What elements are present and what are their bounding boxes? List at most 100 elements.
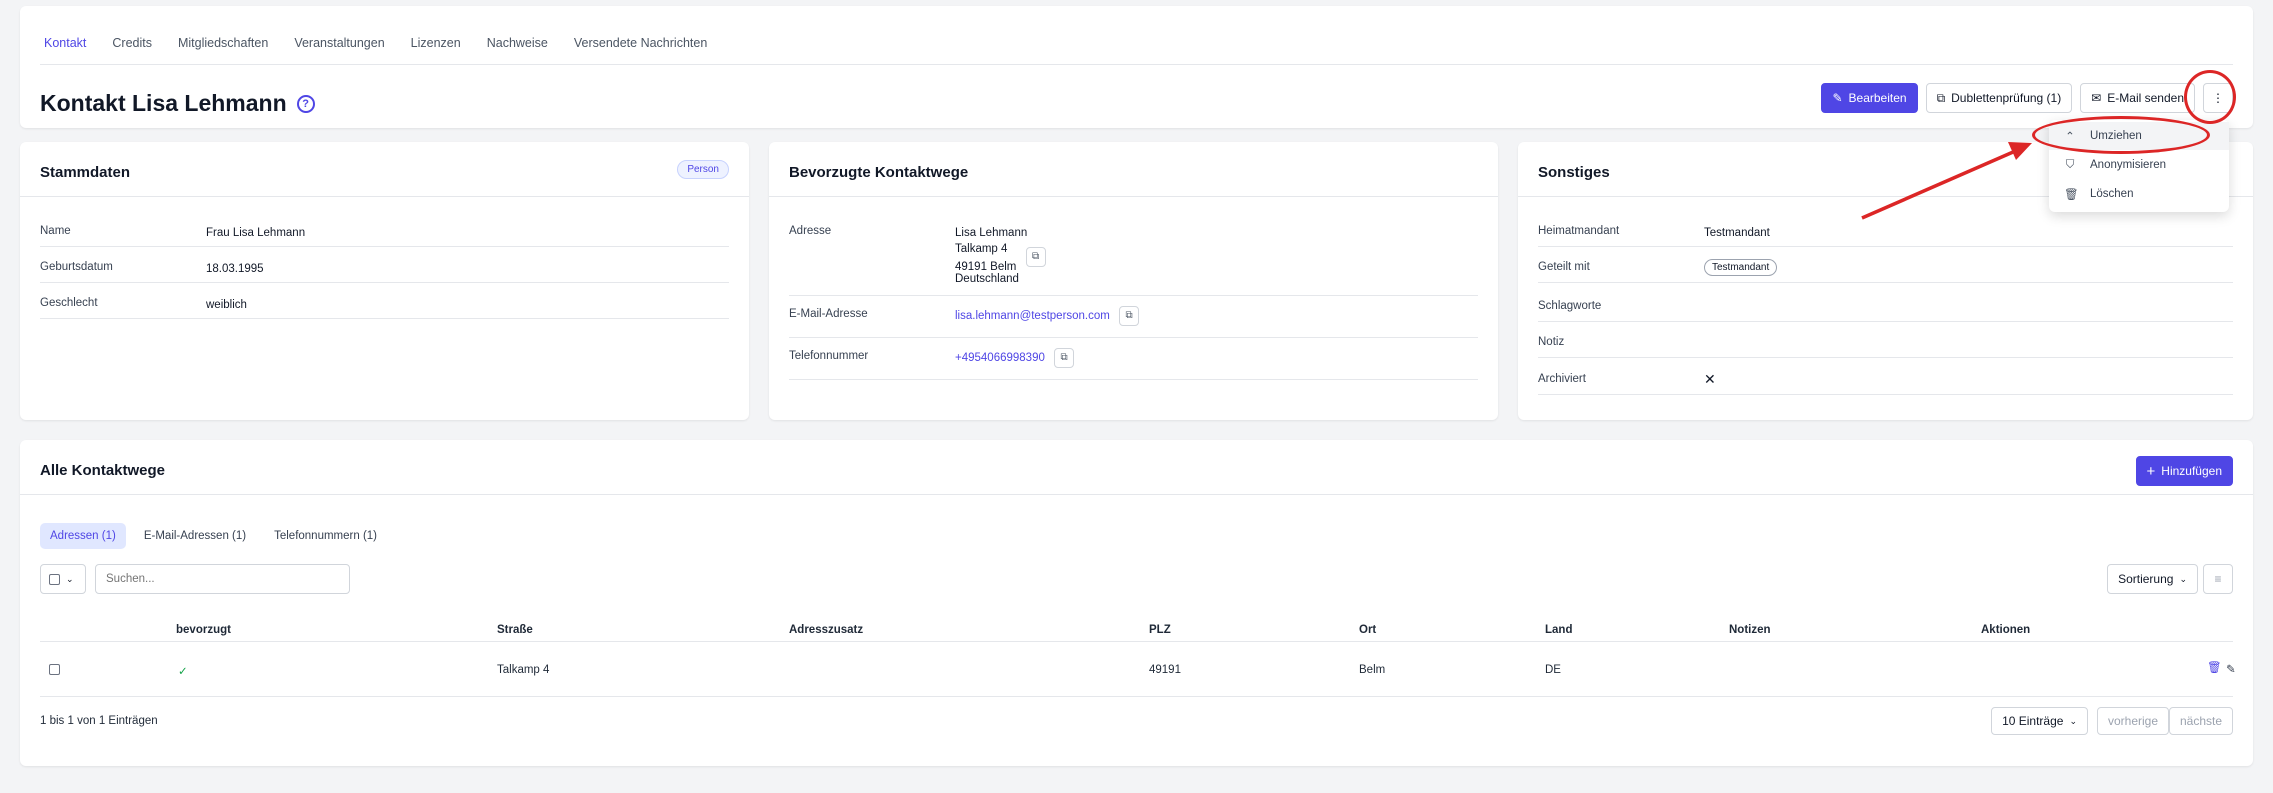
- email-link[interactable]: lisa.lehmann@testperson.com: [955, 310, 1110, 322]
- add-button[interactable]: + Hinzufügen: [2135, 456, 2233, 486]
- field-value: Frau Lisa Lehmann: [206, 227, 306, 239]
- tab-lizenzen[interactable]: Lizenzen: [411, 36, 461, 50]
- sort-direction-icon: ≡: [2214, 572, 2222, 586]
- select-all-checkbox[interactable]: [49, 573, 60, 585]
- address-line-name: Lisa Lehmann: [955, 227, 1028, 239]
- field-value: 18.03.1995: [206, 263, 264, 275]
- menu-item-label: Löschen: [2090, 188, 2134, 200]
- sort-dropdown[interactable]: Sortierung ⌄: [2107, 564, 2198, 594]
- tab-veranstaltungen[interactable]: Veranstaltungen: [294, 36, 384, 50]
- archived-row: Archiviert ✕: [1538, 371, 2233, 395]
- page-size-label: 10 Einträge: [2002, 714, 2064, 728]
- row-checkbox[interactable]: [49, 664, 60, 675]
- column-header: Aktionen: [1981, 624, 2031, 636]
- sort-direction-button[interactable]: ≡: [2203, 564, 2233, 594]
- tab-email-addresses[interactable]: E-Mail-Adressen (1): [134, 523, 256, 549]
- copy-phone-button[interactable]: ⧉: [1054, 348, 1075, 368]
- tab-mitgliedschaften[interactable]: Mitgliedschaften: [178, 36, 268, 50]
- menu-item-delete[interactable]: 🗑 Löschen: [2049, 180, 2229, 208]
- chevron-down-icon: ⌄: [2069, 715, 2077, 726]
- annotation-circle-more-button: [2184, 70, 2236, 124]
- field-value: weiblich: [206, 299, 247, 311]
- address-row: Adresse Lisa Lehmann Talkamp 4 49191 Bel…: [789, 225, 1478, 296]
- duplicates-icon: ⧉: [1936, 90, 1946, 105]
- header-actions: ✎ Bearbeiten ⧉ Dublettenprüfung (1) ✉ E-…: [1821, 83, 2233, 113]
- email-row: E-Mail-Adresse lisa.lehmann@testperson.c…: [789, 306, 1478, 338]
- page-size-dropdown[interactable]: 10 Einträge ⌄: [1991, 707, 2088, 735]
- column-header[interactable]: bevorzugt: [176, 624, 231, 636]
- page-title: Kontakt Lisa Lehmann ?: [40, 90, 315, 117]
- annotation-ellipse-move-item: [2032, 116, 2210, 154]
- check-icon: ✓: [178, 666, 188, 678]
- address-label: Adresse: [789, 225, 832, 237]
- plus-icon: +: [2146, 462, 2156, 480]
- table-row: ✓ Talkamp 4 49191 Belm DE 🗑 ✎: [40, 643, 2236, 697]
- pagination-summary: 1 bis 1 von 1 Einträgen: [40, 715, 158, 727]
- previous-page-button[interactable]: vorherige: [2096, 707, 2169, 735]
- all-contacts-panel: Alle Kontaktwege + Hinzufügen Adressen (…: [20, 440, 2253, 766]
- x-icon: ✕: [1704, 371, 1716, 387]
- column-header[interactable]: Adresszusatz: [789, 624, 863, 636]
- card-divider: [769, 196, 1498, 197]
- tab-kontakt[interactable]: Kontakt: [44, 36, 86, 50]
- chevron-down-icon: ⌄: [2179, 573, 2187, 584]
- copy-icon: ⧉: [1060, 352, 1068, 363]
- menu-item-anonymize[interactable]: ⛉ Anonymisieren: [2049, 151, 2229, 179]
- duplicates-button[interactable]: ⧉ Dublettenprüfung (1): [1925, 83, 2073, 113]
- page-title-text: Kontakt Lisa Lehmann: [40, 90, 287, 116]
- edit-button-label: Bearbeiten: [1848, 91, 1907, 105]
- preferred-contacts-title: Bevorzugte Kontaktwege: [789, 164, 969, 181]
- tab-nachweise[interactable]: Nachweise: [487, 36, 548, 50]
- note-row: Notiz: [1538, 336, 2233, 358]
- column-header[interactable]: PLZ: [1149, 624, 1171, 636]
- city-cell: Belm: [1359, 664, 1386, 676]
- note-label: Notiz: [1538, 336, 1565, 348]
- all-contacts-title: Alle Kontaktwege: [40, 462, 166, 479]
- column-header[interactable]: Ort: [1359, 624, 1376, 636]
- help-icon[interactable]: ?: [296, 94, 315, 113]
- copy-address-button[interactable]: ⧉: [1025, 247, 1046, 267]
- pencil-icon[interactable]: ✎: [2226, 662, 2236, 676]
- pencil-icon: ✎: [1832, 91, 1843, 105]
- tab-phone-numbers[interactable]: Telefonnummern (1): [264, 523, 387, 549]
- copy-icon: ⧉: [1032, 251, 1040, 262]
- sort-label: Sortierung: [2118, 572, 2174, 586]
- email-label: E-Mail-Adresse: [789, 308, 868, 320]
- shared-with-tag: Testmandant: [1704, 259, 1778, 276]
- select-all-dropdown[interactable]: ⌄: [40, 564, 86, 594]
- column-header[interactable]: Straße: [497, 624, 533, 636]
- copy-icon: ⧉: [1125, 310, 1133, 321]
- field-label: Geschlecht: [40, 297, 98, 309]
- column-header[interactable]: Notizen: [1729, 624, 1771, 636]
- stammdaten-card: Stammdaten Person Name Frau Lisa Lehmann…: [20, 142, 749, 420]
- home-tenant-label: Heimatmandant: [1538, 225, 1620, 237]
- column-header[interactable]: Land: [1545, 624, 1572, 636]
- search-input[interactable]: [95, 564, 350, 594]
- chevron-down-icon: ⌄: [66, 573, 74, 584]
- field-row-birthdate: Geburtsdatum 18.03.1995: [40, 261, 729, 283]
- card-divider: [20, 494, 2253, 495]
- street-cell: Talkamp 4: [497, 664, 550, 676]
- duplicates-button-label: Dublettenprüfung (1): [1951, 91, 2062, 105]
- menu-item-label: Anonymisieren: [2090, 159, 2167, 171]
- tab-addresses[interactable]: Adressen (1): [40, 523, 126, 549]
- tab-bar: Kontakt Credits Mitgliedschaften Veranst…: [44, 36, 707, 50]
- keywords-row: Schlagworte: [1538, 300, 2233, 322]
- stammdaten-title: Stammdaten: [40, 164, 131, 181]
- next-page-button[interactable]: nächste: [2168, 707, 2233, 735]
- send-email-button[interactable]: ✉ E-Mail senden: [2080, 83, 2195, 113]
- edit-button[interactable]: ✎ Bearbeiten: [1821, 83, 1918, 113]
- phone-link[interactable]: +4954066998390: [955, 352, 1045, 364]
- zip-cell: 49191: [1149, 664, 1181, 676]
- country-cell: DE: [1545, 664, 1561, 676]
- trash-icon[interactable]: 🗑: [2207, 660, 2222, 674]
- tab-credits[interactable]: Credits: [112, 36, 152, 50]
- field-label: Geburtsdatum: [40, 261, 113, 273]
- copy-email-button[interactable]: ⧉: [1119, 306, 1140, 326]
- tab-versendete-nachrichten[interactable]: Versendete Nachrichten: [574, 36, 707, 50]
- address-value: Lisa Lehmann Talkamp 4 49191 Belm ⧉ Deut…: [955, 225, 1046, 287]
- tabs-divider: [40, 64, 2233, 65]
- field-row-name: Name Frau Lisa Lehmann: [40, 225, 729, 247]
- add-button-label: Hinzufügen: [2161, 464, 2222, 478]
- shared-with-row: Geteilt mit Testmandant: [1538, 259, 2233, 283]
